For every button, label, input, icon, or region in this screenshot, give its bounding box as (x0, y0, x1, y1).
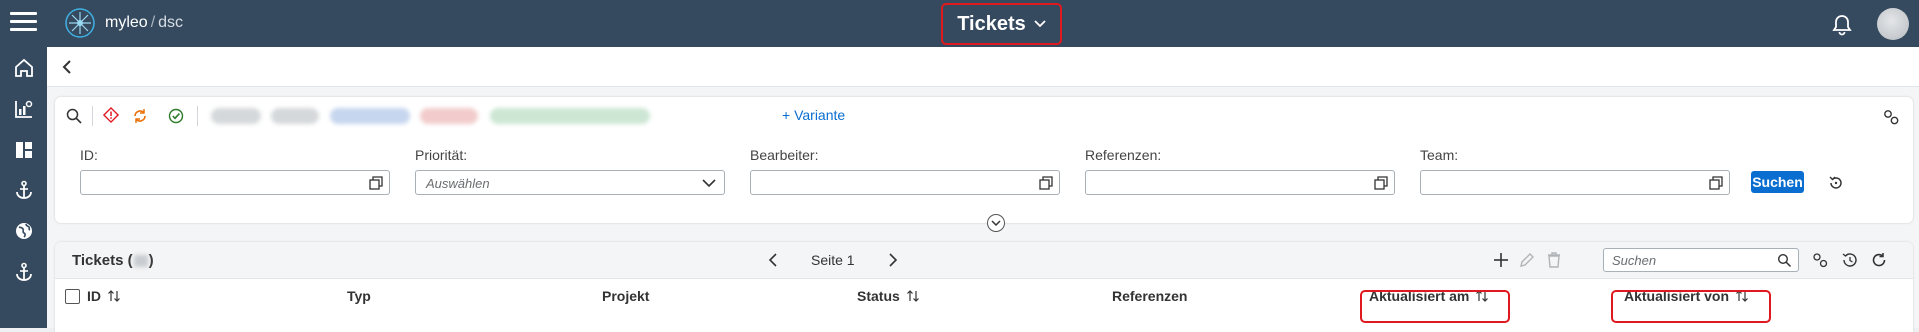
highlight-updated-by (1611, 290, 1771, 323)
globe-icon (15, 223, 32, 239)
sidebar (0, 47, 47, 328)
priority-placeholder: Auswählen (426, 176, 490, 191)
anchor-icon (15, 180, 32, 199)
filter-id-input[interactable] (80, 170, 390, 195)
column-type-label: Typ (347, 288, 371, 304)
menu-icon[interactable] (10, 12, 37, 34)
column-status-label: Status (857, 288, 900, 304)
logo-separator: / (150, 14, 156, 31)
column-id-label: ID (87, 288, 101, 304)
search-icon[interactable] (1777, 253, 1792, 268)
logo-name: myleo (105, 14, 148, 31)
column-type[interactable]: Typ (347, 288, 371, 304)
search-icon[interactable] (65, 105, 83, 127)
redacted-filter (211, 108, 261, 124)
add-icon[interactable] (1492, 251, 1510, 269)
page-label: Seite 1 (811, 252, 855, 268)
sidebar-item-anchor-2[interactable] (0, 253, 47, 291)
redacted-filter (271, 108, 319, 124)
column-project-label: Projekt (602, 288, 650, 304)
expand-filters-button[interactable] (987, 214, 1005, 232)
sort-icon[interactable] (107, 289, 121, 303)
chevron-down-icon (702, 179, 716, 188)
redacted-filter (330, 108, 410, 124)
value-help-icon[interactable] (369, 176, 383, 190)
redacted-filter (490, 108, 650, 124)
chevron-down-icon (991, 219, 1001, 226)
anchor-icon (15, 262, 32, 281)
column-references[interactable]: Referenzen (1112, 288, 1187, 304)
select-all-checkbox[interactable] (65, 289, 80, 304)
priority-warning-icon[interactable] (102, 105, 120, 127)
chevron-right-icon[interactable] (887, 253, 899, 267)
main-content: + Variante ID: Priorität: Auswählen Bear… (47, 47, 1919, 332)
table-title: Tickets () (72, 252, 154, 269)
filter-priority-label: Priorität: (415, 147, 468, 163)
top-bar: myleo / dsc Tickets (0, 0, 1919, 47)
divider (92, 106, 93, 126)
value-help-icon[interactable] (1374, 176, 1388, 190)
app-title-dropdown[interactable]: Tickets (941, 3, 1062, 45)
value-help-icon[interactable] (1039, 176, 1053, 190)
logo[interactable]: myleo / dsc (63, 6, 183, 40)
ticket-count-redacted (133, 255, 148, 268)
filter-team-input[interactable] (1420, 170, 1730, 195)
table-title-suffix: ) (148, 252, 154, 269)
column-id[interactable]: ID (87, 288, 121, 304)
table-search-input[interactable]: Suchen (1603, 248, 1799, 272)
refresh-icon[interactable] (1870, 251, 1888, 269)
home-icon (14, 58, 33, 77)
dashboard-icon (15, 142, 32, 158)
delete-icon[interactable] (1545, 251, 1563, 269)
done-check-icon[interactable] (167, 105, 185, 127)
chevron-left-icon[interactable] (767, 253, 779, 267)
reset-icon[interactable] (1827, 174, 1845, 192)
app-title: Tickets (957, 12, 1026, 35)
sort-icon[interactable] (906, 289, 920, 303)
filter-references-input[interactable] (1085, 170, 1395, 195)
logo-mark-icon (65, 8, 95, 38)
add-variant-link[interactable]: + Variante (782, 107, 845, 123)
filter-bar: + Variante ID: Priorität: Auswählen Bear… (55, 97, 1913, 232)
notification-bell-icon[interactable] (1830, 13, 1854, 37)
logo-suffix: dsc (158, 14, 184, 31)
filter-priority-select[interactable]: Auswählen (415, 170, 725, 195)
user-avatar[interactable] (1877, 8, 1909, 40)
settings-icon[interactable] (1881, 107, 1901, 127)
table-toolbar: Tickets () Seite 1 Suchen (55, 242, 1913, 278)
sidebar-item-anchor[interactable] (0, 171, 47, 209)
table-settings-icon[interactable] (1811, 251, 1829, 269)
filter-id-label: ID: (80, 147, 98, 163)
redacted-filter (420, 108, 478, 124)
filter-assignee-label: Bearbeiter: (750, 147, 819, 163)
in-progress-icon[interactable] (131, 105, 149, 127)
table-title-prefix: Tickets ( (72, 252, 133, 269)
highlight-updated-at (1360, 290, 1510, 323)
back-bar (47, 47, 1919, 87)
filter-assignee-input[interactable] (750, 170, 1060, 195)
divider (197, 106, 198, 126)
column-references-label: Referenzen (1112, 288, 1188, 304)
pager: Seite 1 (767, 252, 899, 268)
table-search-placeholder: Suchen (1612, 253, 1657, 268)
chevron-down-icon (1034, 20, 1046, 28)
sidebar-item-home[interactable] (0, 49, 47, 87)
filter-references-label: Referenzen: (1085, 147, 1162, 163)
sidebar-item-analytics[interactable] (0, 90, 47, 128)
column-project[interactable]: Projekt (602, 288, 649, 304)
search-button[interactable]: Suchen (1751, 171, 1804, 193)
edit-icon[interactable] (1518, 251, 1536, 269)
analytics-icon (14, 100, 32, 118)
filter-team-label: Team: (1420, 147, 1459, 163)
sidebar-item-dashboard[interactable] (0, 131, 47, 169)
value-help-icon[interactable] (1709, 176, 1723, 190)
sidebar-item-globe[interactable] (0, 212, 47, 250)
back-arrow-icon[interactable] (59, 58, 77, 76)
column-status[interactable]: Status (857, 288, 920, 304)
auto-refresh-icon[interactable] (1841, 251, 1859, 269)
